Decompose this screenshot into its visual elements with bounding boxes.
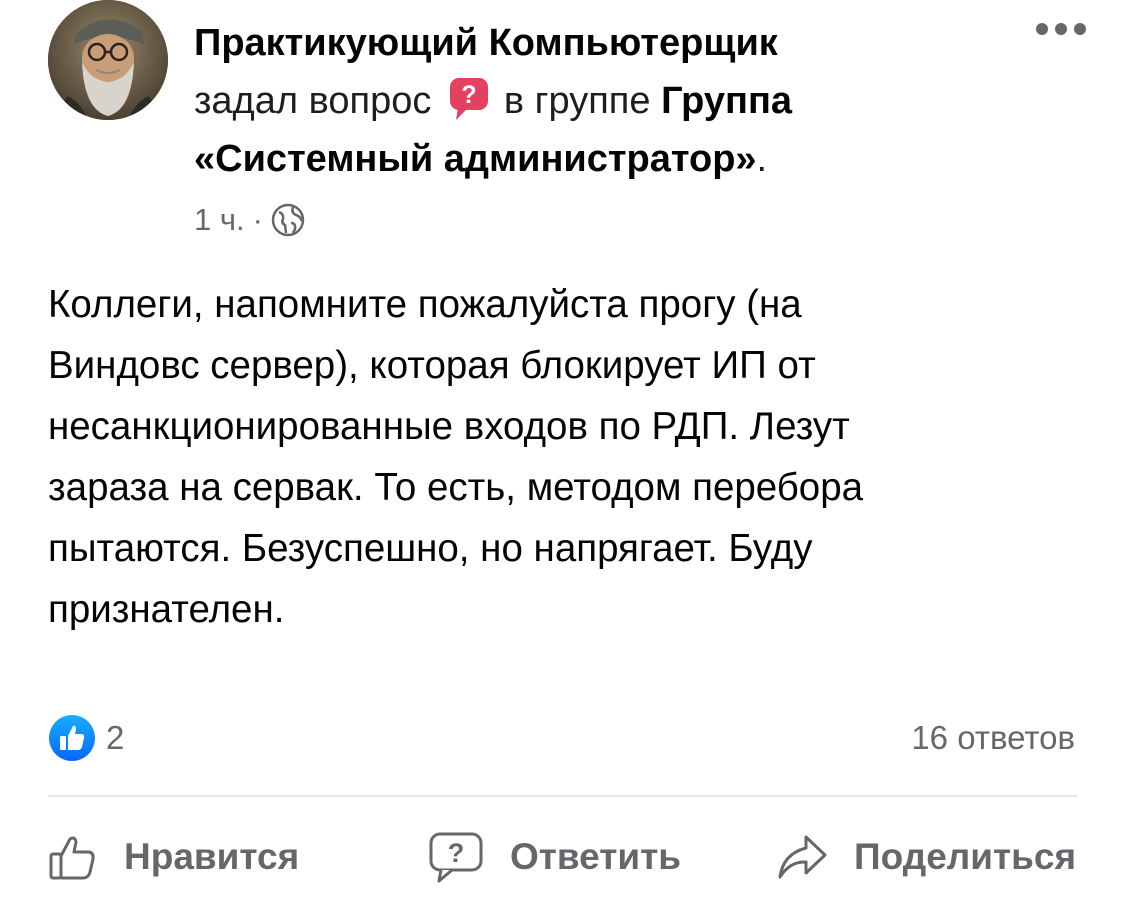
post-action-text: задал вопрос [194, 80, 432, 122]
question-post: Практикующий Компьютерщик задал вопрос ?… [0, 0, 1125, 904]
post-meta: 1 ч. · [194, 198, 305, 242]
post-time[interactable]: 1 ч. [194, 202, 245, 238]
svg-text:?: ? [461, 81, 476, 109]
like-label: Нравится [124, 836, 300, 877]
answers-count[interactable]: 16 ответов [911, 712, 1075, 764]
meta-separator: · [252, 202, 263, 237]
globe-icon [271, 203, 305, 237]
post-actions: Нравится ? Ответить Поделиться [48, 822, 1125, 892]
avatar-image [48, 0, 168, 120]
more-options-button[interactable] [1033, 14, 1089, 44]
author-name[interactable]: Практикующий Компьютерщик [194, 22, 778, 64]
group-prefix: в группе [503, 80, 651, 122]
post-header: Практикующий Компьютерщик задал вопрос ?… [194, 14, 1014, 188]
reactions-count: 2 [106, 719, 125, 756]
share-arrow-icon [778, 835, 827, 879]
divider [48, 795, 1077, 797]
svg-text:?: ? [448, 838, 465, 868]
group-suffix: . [756, 138, 768, 180]
post-body: Коллеги, напомните пожалуйста прогу (на … [48, 283, 864, 631]
author-avatar[interactable] [48, 0, 168, 120]
reactions-summary[interactable]: 2 [48, 712, 124, 764]
share-label: Поделиться [854, 836, 1077, 877]
like-icon [49, 715, 95, 761]
question-icon: ? [448, 76, 490, 122]
answer-question-icon: ? [429, 832, 483, 883]
answer-label: Ответить [510, 836, 681, 877]
answer-button[interactable]: ? Ответить [428, 822, 681, 892]
more-options-icon [1036, 23, 1086, 35]
thumbs-up-icon [49, 836, 95, 880]
like-button[interactable]: Нравится [48, 822, 299, 892]
share-button[interactable]: Поделиться [776, 822, 1076, 892]
